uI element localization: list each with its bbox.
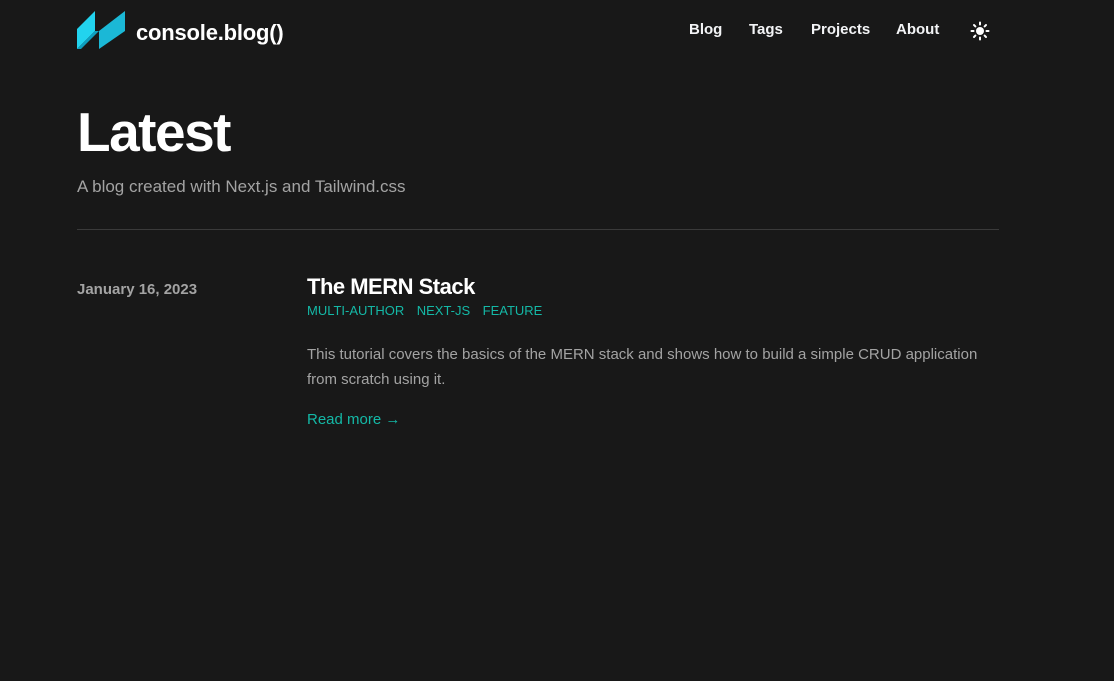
post-title-link[interactable]: The MERN Stack	[307, 274, 475, 300]
site-title[interactable]: console.blog()	[136, 20, 284, 46]
tag-next-js[interactable]: next-js	[417, 303, 470, 318]
nav-projects[interactable]: Projects	[811, 21, 870, 38]
nav-blog[interactable]: Blog	[689, 21, 722, 38]
post-summary: This tutorial covers the basics of the M…	[307, 346, 978, 388]
logo-icon[interactable]	[77, 11, 125, 49]
read-more-link[interactable]: Read more →	[307, 411, 400, 428]
page-title: Latest	[77, 101, 232, 163]
site-header: console.blog() Blog Tags Projects About	[77, 10, 999, 58]
nav-tags[interactable]: Tags	[749, 21, 783, 38]
page-subtitle: A blog created with Next.js and Tailwind…	[77, 177, 406, 196]
post-date: January 16, 2023	[77, 281, 198, 298]
tag-multi-author[interactable]: multi-author	[307, 303, 404, 318]
divider	[77, 229, 999, 230]
sun-icon[interactable]	[970, 21, 990, 41]
tag-feature[interactable]: feature	[483, 303, 543, 318]
nav-about[interactable]: About	[896, 21, 939, 38]
post-tags: multi-author next-js feature	[307, 302, 550, 320]
